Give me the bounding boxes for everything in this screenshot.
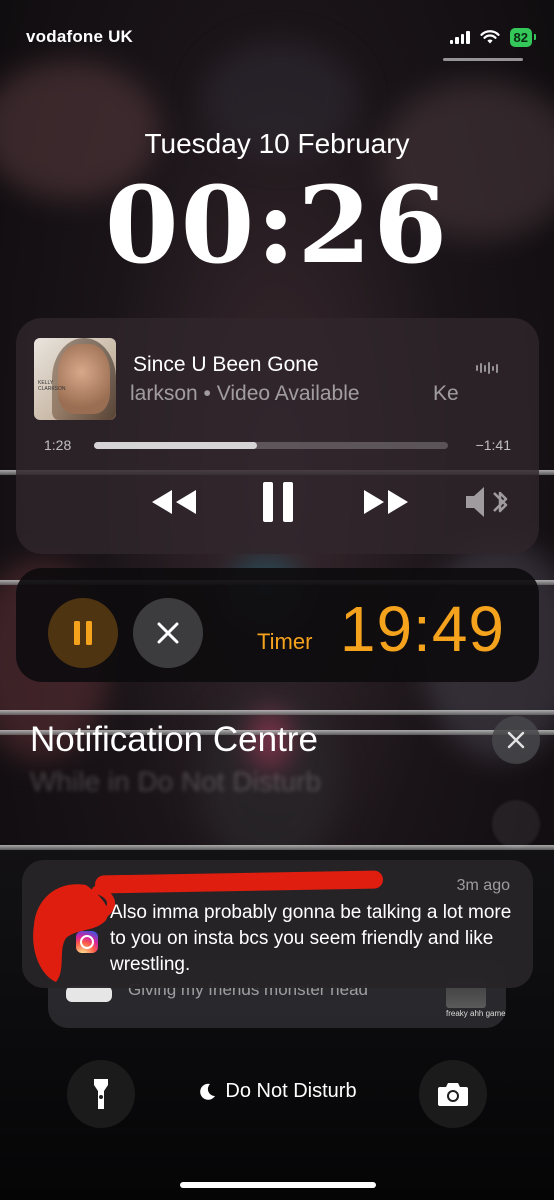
song-subtitle-scroll: Ke xyxy=(433,382,459,405)
notification-body: Also imma probably gonna be talking a lo… xyxy=(110,902,512,975)
playback-progress-fill xyxy=(94,442,257,449)
close-icon xyxy=(507,731,525,749)
battery-indicator: 82 xyxy=(509,27,537,47)
cellular-signal-icon xyxy=(449,30,470,44)
notification-centre-title: Notification Centre xyxy=(30,720,318,759)
lock-time: 00:26 xyxy=(104,162,450,287)
status-bar: vodafone UK 82 xyxy=(26,24,537,50)
wifi-icon xyxy=(479,29,500,43)
timer-countdown: 19:49 xyxy=(339,593,505,665)
camera-button[interactable] xyxy=(419,1060,487,1128)
thumbnail-caption: freaky ahh game xyxy=(446,1009,506,1018)
song-subtitle: larkson • Video Available xyxy=(130,382,360,405)
lock-date: Tuesday 10 February xyxy=(144,128,410,159)
song-title: Since U Been Gone xyxy=(133,353,319,376)
timer-label: Timer xyxy=(257,629,313,654)
audio-output-button[interactable] xyxy=(464,480,512,524)
moon-icon xyxy=(200,1083,216,1100)
clear-notifications-button[interactable] xyxy=(492,716,540,764)
focus-label: Do Not Disturb xyxy=(225,1080,357,1102)
timer-pause-button[interactable] xyxy=(48,598,118,668)
timer-cancel-button[interactable] xyxy=(133,598,203,668)
notification-time: 3m ago xyxy=(456,877,510,894)
rewind-icon xyxy=(152,490,196,514)
ghost-button xyxy=(492,800,540,848)
playback-scrubber[interactable] xyxy=(94,442,448,449)
album-art[interactable]: KELLY CLARKSON xyxy=(34,338,116,420)
redaction-scribble xyxy=(33,884,115,982)
rewind-button[interactable] xyxy=(144,480,204,524)
control-centre-grabber[interactable] xyxy=(443,58,523,61)
pause-button[interactable] xyxy=(254,480,302,524)
camera-icon xyxy=(438,1083,468,1106)
pause-icon xyxy=(74,621,92,645)
remaining-time: −1:41 xyxy=(475,437,511,453)
fast-forward-button[interactable] xyxy=(356,480,416,524)
close-icon xyxy=(157,622,179,644)
speaker-bluetooth-icon xyxy=(466,487,508,517)
timer-live-activity[interactable]: Timer 19:49 xyxy=(16,568,539,682)
dnd-ghost-text: While in Do Not Disturb xyxy=(30,766,321,797)
waveform-icon xyxy=(476,362,498,374)
album-art-text: KELLY CLARKSON xyxy=(38,380,66,392)
fast-forward-icon xyxy=(364,490,408,514)
elapsed-time: 1:28 xyxy=(44,437,72,453)
instagram-icon xyxy=(76,931,98,953)
now-playing-widget[interactable]: KELLY CLARKSON Since U Been Gone larkson… xyxy=(16,318,539,554)
carrier-label: vodafone UK xyxy=(26,27,134,46)
app-icon xyxy=(66,986,112,1002)
home-indicator[interactable] xyxy=(180,1182,376,1188)
pause-icon xyxy=(263,482,293,522)
